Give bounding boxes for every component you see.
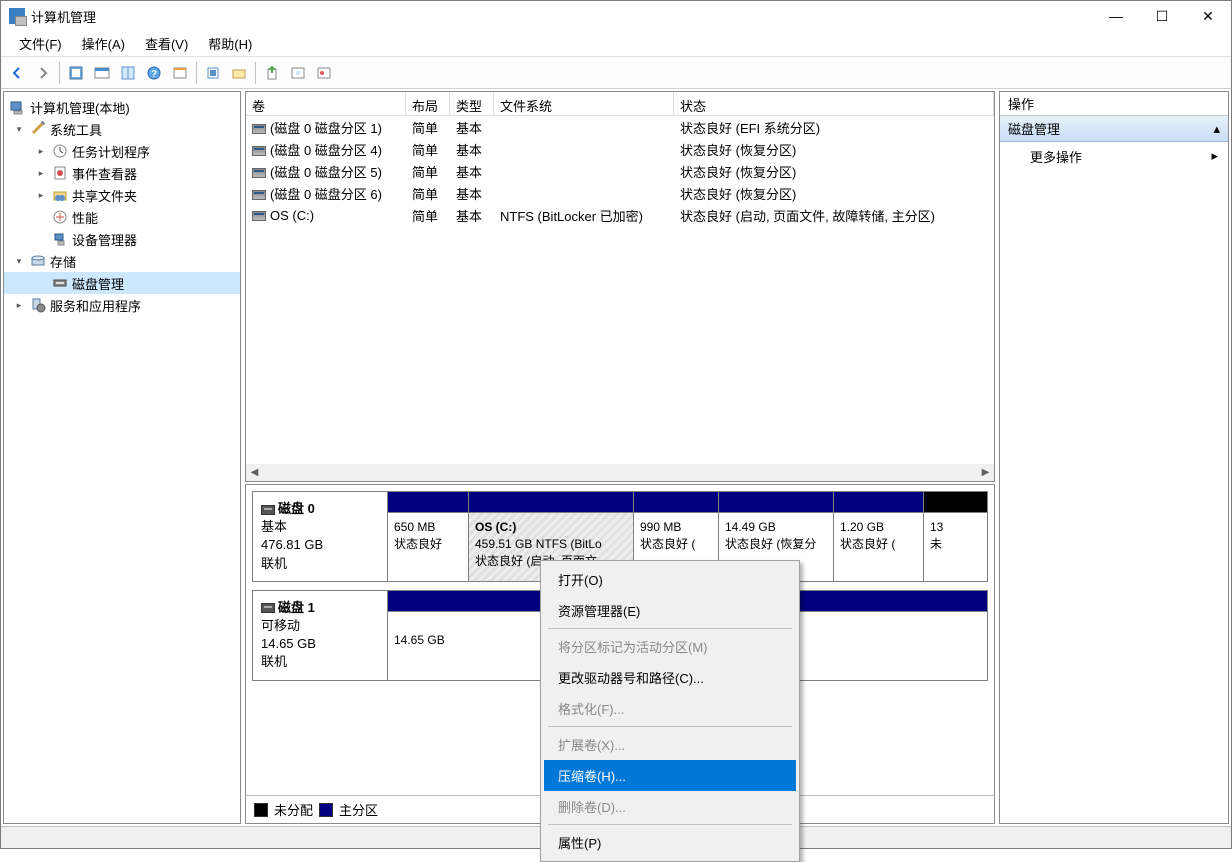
ctx-open[interactable]: 打开(O) <box>544 564 796 595</box>
action-more[interactable]: 更多操作 ▸ <box>1000 142 1228 170</box>
ctx-delete: 删除卷(D)... <box>544 791 796 822</box>
tree-pane[interactable]: 计算机管理(本地) ▾ 系统工具 ▸ 任务计划程序 ▸ 事件查看器 ▸ 共享文件… <box>3 91 241 824</box>
content-area: 计算机管理(本地) ▾ 系统工具 ▸ 任务计划程序 ▸ 事件查看器 ▸ 共享文件… <box>1 89 1231 826</box>
actions-header: 操作 <box>1000 92 1228 116</box>
clock-icon <box>52 143 68 159</box>
toolbar: ? <box>1 57 1231 89</box>
toolbar-icon-10[interactable] <box>312 61 336 85</box>
toolbar-icon-1[interactable] <box>64 61 88 85</box>
tree-services[interactable]: ▸ 服务和应用程序 <box>4 294 240 316</box>
performance-icon <box>52 209 68 225</box>
ctx-extend: 扩展卷(X)... <box>544 729 796 760</box>
menubar: 文件(F) 操作(A) 查看(V) 帮助(H) <box>1 31 1231 57</box>
disk-icon <box>261 505 275 515</box>
middle-pane: 卷 布局 类型 文件系统 状态 (磁盘 0 磁盘分区 1)简单基本状态良好 (E… <box>245 91 995 824</box>
context-menu: 打开(O) 资源管理器(E) 将分区标记为活动分区(M) 更改驱动器号和路径(C… <box>540 560 800 824</box>
partition[interactable]: 650 MB状态良好 <box>388 492 468 581</box>
device-icon <box>52 231 68 247</box>
volume-icon <box>252 146 266 156</box>
menu-help[interactable]: 帮助(H) <box>198 31 262 56</box>
tree-disk-mgmt[interactable]: 磁盘管理 <box>4 272 240 294</box>
partition-unallocated[interactable]: 13未 <box>923 492 987 581</box>
legend-swatch-primary <box>319 803 333 817</box>
toolbar-icon-8[interactable] <box>260 61 284 85</box>
toolbar-icon-5[interactable] <box>168 61 192 85</box>
app-icon <box>9 8 25 24</box>
disk-header[interactable]: 磁盘 1 可移动 14.65 GB 联机 <box>253 591 388 680</box>
action-category[interactable]: 磁盘管理 ▴ <box>1000 116 1228 142</box>
expander-icon[interactable]: ▸ <box>34 166 48 180</box>
disk-icon <box>52 275 68 291</box>
menu-action[interactable]: 操作(A) <box>72 31 135 56</box>
list-row[interactable]: (磁盘 0 磁盘分区 5)简单基本状态良好 (恢复分区) <box>246 160 994 182</box>
expander-icon[interactable]: ▸ <box>34 144 48 158</box>
expander-icon[interactable]: ▾ <box>12 254 26 268</box>
tree-performance[interactable]: 性能 <box>4 206 240 228</box>
col-status[interactable]: 状态 <box>674 92 994 115</box>
expander-icon[interactable]: ▸ <box>34 188 48 202</box>
maximize-button[interactable]: ☐ <box>1139 1 1185 31</box>
col-type[interactable]: 类型 <box>450 92 494 115</box>
tree-root[interactable]: 计算机管理(本地) <box>4 96 240 118</box>
window-title: 计算机管理 <box>31 7 96 26</box>
volume-icon <box>252 190 266 200</box>
tree-device-manager[interactable]: 设备管理器 <box>4 228 240 250</box>
collapse-icon[interactable]: ▴ <box>1213 121 1220 137</box>
ctx-explorer[interactable]: 资源管理器(E) <box>544 595 796 626</box>
back-button[interactable] <box>5 61 29 85</box>
close-button[interactable]: ✕ <box>1185 1 1231 31</box>
window: 计算机管理 — ☐ ✕ 文件(F) 操作(A) 查看(V) 帮助(H) ? <box>0 0 1232 849</box>
forward-button[interactable] <box>31 61 55 85</box>
toolbar-icon-2[interactable] <box>90 61 114 85</box>
tree-storage[interactable]: ▾ 存储 <box>4 250 240 272</box>
partition[interactable]: 1.20 GB状态良好 ( <box>833 492 923 581</box>
menu-file[interactable]: 文件(F) <box>9 31 72 56</box>
volume-icon <box>252 211 266 221</box>
volume-icon <box>252 168 266 178</box>
services-icon <box>30 297 46 313</box>
ctx-mark-active: 将分区标记为活动分区(M) <box>544 631 796 662</box>
disk-header[interactable]: 磁盘 0 基本 476.81 GB 联机 <box>253 492 388 581</box>
horizontal-scrollbar[interactable]: ◀ ▶ <box>246 464 994 481</box>
event-icon <box>52 165 68 181</box>
computer-icon <box>10 99 26 115</box>
tools-icon <box>30 121 46 137</box>
legend-swatch-unallocated <box>254 803 268 817</box>
col-fs[interactable]: 文件系统 <box>494 92 674 115</box>
storage-icon <box>30 253 46 269</box>
expander-icon[interactable]: ▸ <box>12 298 26 312</box>
col-volume[interactable]: 卷 <box>246 92 406 115</box>
toolbar-icon-7[interactable] <box>227 61 251 85</box>
tree-system-tools[interactable]: ▾ 系统工具 <box>4 118 240 140</box>
toolbar-icon-3[interactable] <box>116 61 140 85</box>
tree-event-viewer[interactable]: ▸ 事件查看器 <box>4 162 240 184</box>
svg-text:?: ? <box>151 69 157 80</box>
volume-list[interactable]: 卷 布局 类型 文件系统 状态 (磁盘 0 磁盘分区 1)简单基本状态良好 (E… <box>245 91 995 482</box>
toolbar-icon-9[interactable] <box>286 61 310 85</box>
col-layout[interactable]: 布局 <box>406 92 450 115</box>
tree-task-scheduler[interactable]: ▸ 任务计划程序 <box>4 140 240 162</box>
expander-icon[interactable]: ▾ <box>12 122 26 136</box>
list-row[interactable]: OS (C:)简单基本NTFS (BitLocker 已加密)状态良好 (启动,… <box>246 204 994 226</box>
list-header: 卷 布局 类型 文件系统 状态 <box>246 92 994 116</box>
help-icon[interactable]: ? <box>142 61 166 85</box>
list-row[interactable]: (磁盘 0 磁盘分区 4)简单基本状态良好 (恢复分区) <box>246 138 994 160</box>
menu-view[interactable]: 查看(V) <box>135 31 198 56</box>
list-row[interactable]: (磁盘 0 磁盘分区 1)简单基本状态良好 (EFI 系统分区) <box>246 116 994 138</box>
scroll-left-icon[interactable]: ◀ <box>246 464 263 481</box>
minimize-button[interactable]: — <box>1093 1 1139 31</box>
ctx-change-letter[interactable]: 更改驱动器号和路径(C)... <box>544 662 796 693</box>
list-row[interactable]: (磁盘 0 磁盘分区 6)简单基本状态良好 (恢复分区) <box>246 182 994 204</box>
tree-shared-folders[interactable]: ▸ 共享文件夹 <box>4 184 240 206</box>
volume-icon <box>252 124 266 134</box>
disk-icon <box>261 603 275 613</box>
chevron-right-icon: ▸ <box>1211 148 1218 164</box>
folder-icon <box>52 187 68 203</box>
toolbar-icon-6[interactable] <box>201 61 225 85</box>
titlebar: 计算机管理 — ☐ ✕ <box>1 1 1231 31</box>
ctx-shrink[interactable]: 压缩卷(H)... <box>544 760 796 791</box>
scroll-right-icon[interactable]: ▶ <box>977 464 994 481</box>
actions-pane: 操作 磁盘管理 ▴ 更多操作 ▸ <box>999 91 1229 824</box>
ctx-format: 格式化(F)... <box>544 693 796 724</box>
